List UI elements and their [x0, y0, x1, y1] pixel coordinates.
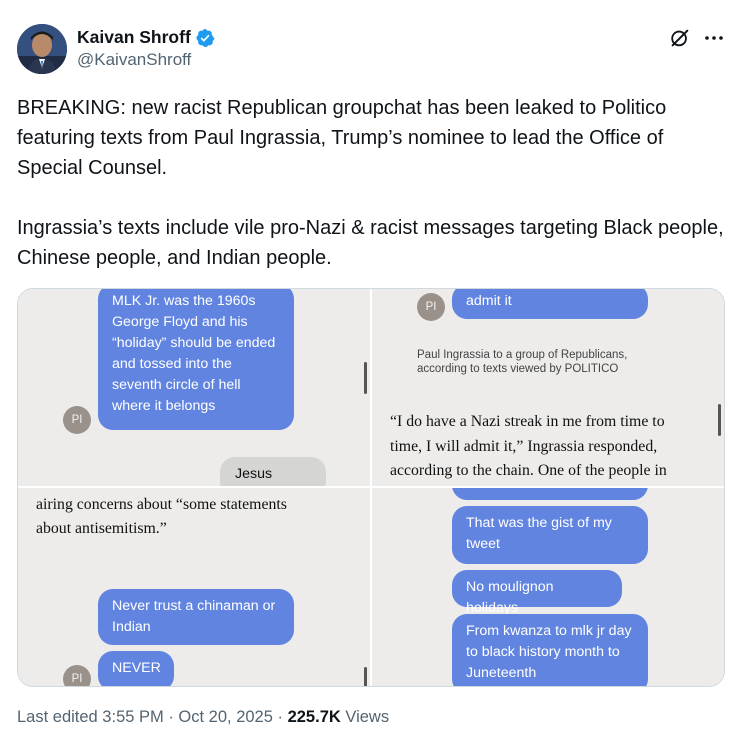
article-line-1: airing concerns about “some statements	[36, 496, 287, 513]
reply-bubble: Jesus Christ	[220, 457, 326, 486]
media-image-4[interactable]: That was the gist of my tweet No moulign…	[372, 488, 724, 686]
media-image-3[interactable]: airing concerns about “some statements a…	[18, 488, 370, 686]
scrollbar	[364, 362, 367, 394]
sender-avatar: PI	[417, 293, 445, 321]
message-bubble: NEVER	[98, 651, 174, 686]
photo-caption-line-1: Paul Ingrassia to a group of Republicans…	[417, 349, 628, 361]
article-line-2: about antisemitism.”	[36, 520, 167, 537]
message-bubble: MLK Jr. was the 1960s George Floyd and h…	[98, 289, 294, 430]
media-grid[interactable]: MLK Jr. was the 1960s George Floyd and h…	[17, 288, 725, 687]
article-line-2: time, I will admit it,” Ingrassia respon…	[390, 438, 658, 455]
verified-badge-icon[interactable]	[195, 28, 215, 48]
message-bubble: Never trust a chinaman or Indian	[98, 589, 294, 645]
article-line-1: “I do have a Nazi streak in me from time…	[390, 413, 665, 430]
sender-avatar: PI	[63, 665, 91, 686]
views-label: Views	[340, 708, 390, 726]
media-image-2[interactable]: admit it PI Paul Ingrassia to a group of…	[372, 289, 724, 486]
tweet-header: Kaivan Shroff @KaivanShroff	[17, 24, 727, 76]
more-icon[interactable]	[702, 26, 726, 50]
message-bubble: No moulignon holidays	[452, 570, 622, 616]
photo-caption-line-2: according to texts viewed by POLITICO	[417, 363, 619, 375]
tweet-text: BREAKING: new racist Republican groupcha…	[17, 97, 724, 269]
scrollbar	[364, 667, 367, 686]
message-bubble: admit it	[452, 289, 648, 319]
message-bubble: That was the gist of my tweet	[452, 506, 648, 564]
avatar[interactable]	[17, 24, 67, 74]
user-block: Kaivan Shroff @KaivanShroff	[77, 27, 215, 70]
display-name-row: Kaivan Shroff	[77, 27, 215, 48]
last-edited-timestamp[interactable]: Last edited 3:55 PM · Oct 20, 2025 ·	[17, 708, 288, 726]
scrollbar	[718, 404, 721, 436]
media-image-1[interactable]: MLK Jr. was the 1960s George Floyd and h…	[18, 289, 370, 486]
views-count: 225.7K	[287, 708, 341, 726]
article-line-3: according to the chain. One of the peopl…	[390, 462, 667, 479]
message-bubble	[452, 488, 648, 500]
grok-icon[interactable]	[669, 27, 691, 49]
avatar-photo	[17, 24, 67, 74]
sender-avatar: PI	[63, 406, 91, 434]
tweet-meta: Last edited 3:55 PM · Oct 20, 2025 · 225…	[17, 708, 389, 727]
display-name[interactable]: Kaivan Shroff	[77, 27, 191, 48]
handle[interactable]: @KaivanShroff	[77, 50, 215, 70]
message-bubble: From kwanza to mlk jr day to black histo…	[452, 614, 648, 686]
